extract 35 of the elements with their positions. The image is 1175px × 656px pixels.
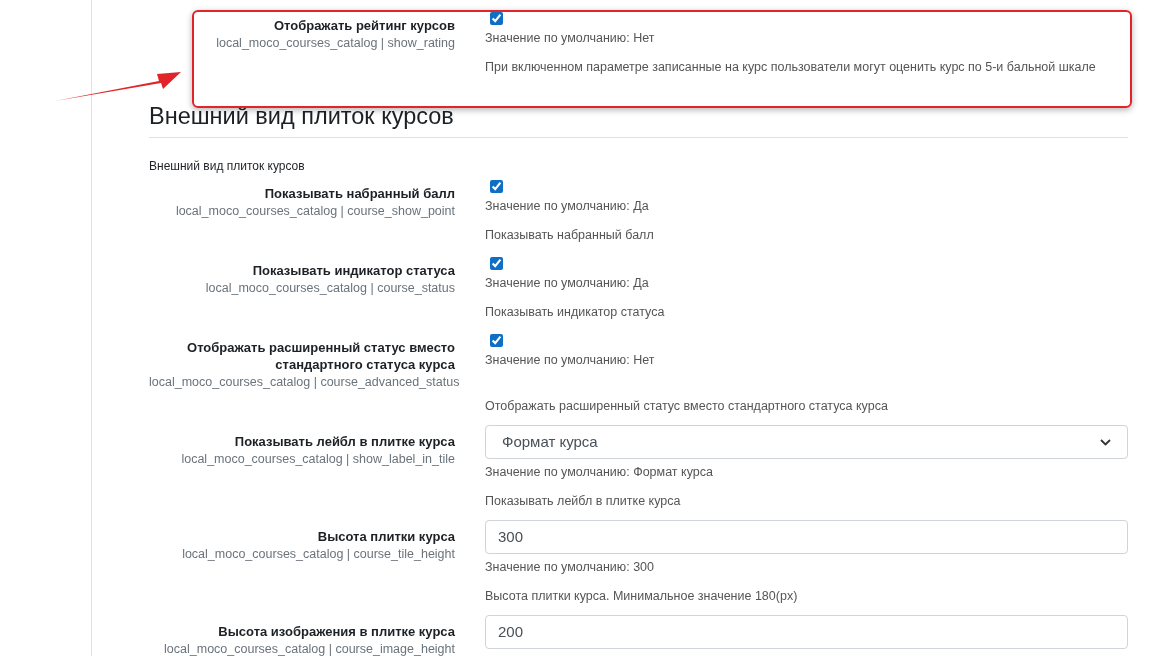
- setting-key: local_moco_courses_catalog | course_image_height: [149, 640, 455, 656]
- default-value-text: Значение по умолчанию: Нет: [485, 352, 656, 369]
- setting-title: Отображать рейтинг курсов: [272, 17, 455, 34]
- input-field[interactable]: 200: [485, 615, 1128, 649]
- setting-key: local_moco_courses_catalog | show_label_in_tile: [149, 450, 455, 468]
- checkbox[interactable]: [490, 180, 503, 193]
- setting-title: Отображать расширенный статус вместо стандартного статуса курса: [186, 339, 455, 373]
- section-heading: Внешний вид плиток курсов: [149, 101, 1128, 138]
- setting-title: Высота изображения в плитке курса: [217, 623, 455, 640]
- default-value-text: Значение по умолчанию: Формат курса: [485, 464, 714, 481]
- setting-title: Показывать лейбл в плитке курса: [233, 433, 455, 450]
- default-value-text: Значение по умолчанию: 300: [485, 559, 656, 576]
- default-value-text: Значение по умолчанию: Нет: [485, 30, 656, 47]
- setting-key: local_moco_courses_catalog | course_tile_height: [149, 545, 455, 563]
- setting-title: Показывать набранный балл: [263, 185, 455, 202]
- setting-description: Высота плитки курса. Минимальное значение 180(px): [485, 588, 799, 605]
- setting-description: Показывать лейбл в плитке курса: [485, 493, 682, 510]
- setting-description: При включенном параметре записанные на курс пользователи могут оценить курс по 5-и бальной шкале: [485, 59, 1097, 76]
- chevron-down-icon: [1100, 438, 1111, 446]
- default-value-text: Значение по умолчанию: Да: [485, 275, 650, 292]
- checkbox[interactable]: [490, 334, 503, 347]
- select-field[interactable]: Формат курса: [485, 425, 1128, 459]
- setting-description: Отображать расширенный статус вместо стандартного статуса курса: [485, 398, 889, 415]
- default-value-text: Значение по умолчанию: Да: [485, 198, 650, 215]
- checkbox[interactable]: [490, 12, 503, 25]
- setting-title: Показывать индикатор статуса: [251, 262, 455, 279]
- checkbox[interactable]: [490, 257, 503, 270]
- setting-key: local_moco_courses_catalog | course_status: [149, 279, 455, 297]
- section-description: Внешний вид плиток курсов: [149, 158, 306, 175]
- setting-description: Показывать индикатор статуса: [485, 304, 666, 321]
- setting-description: Показывать набранный балл: [485, 227, 655, 244]
- input-field[interactable]: 300: [485, 520, 1128, 554]
- setting-title: Высота плитки курса: [316, 528, 455, 545]
- setting-key: local_moco_courses_catalog | show_rating: [149, 34, 455, 52]
- setting-key: local_moco_courses_catalog | course_show_point: [149, 202, 455, 220]
